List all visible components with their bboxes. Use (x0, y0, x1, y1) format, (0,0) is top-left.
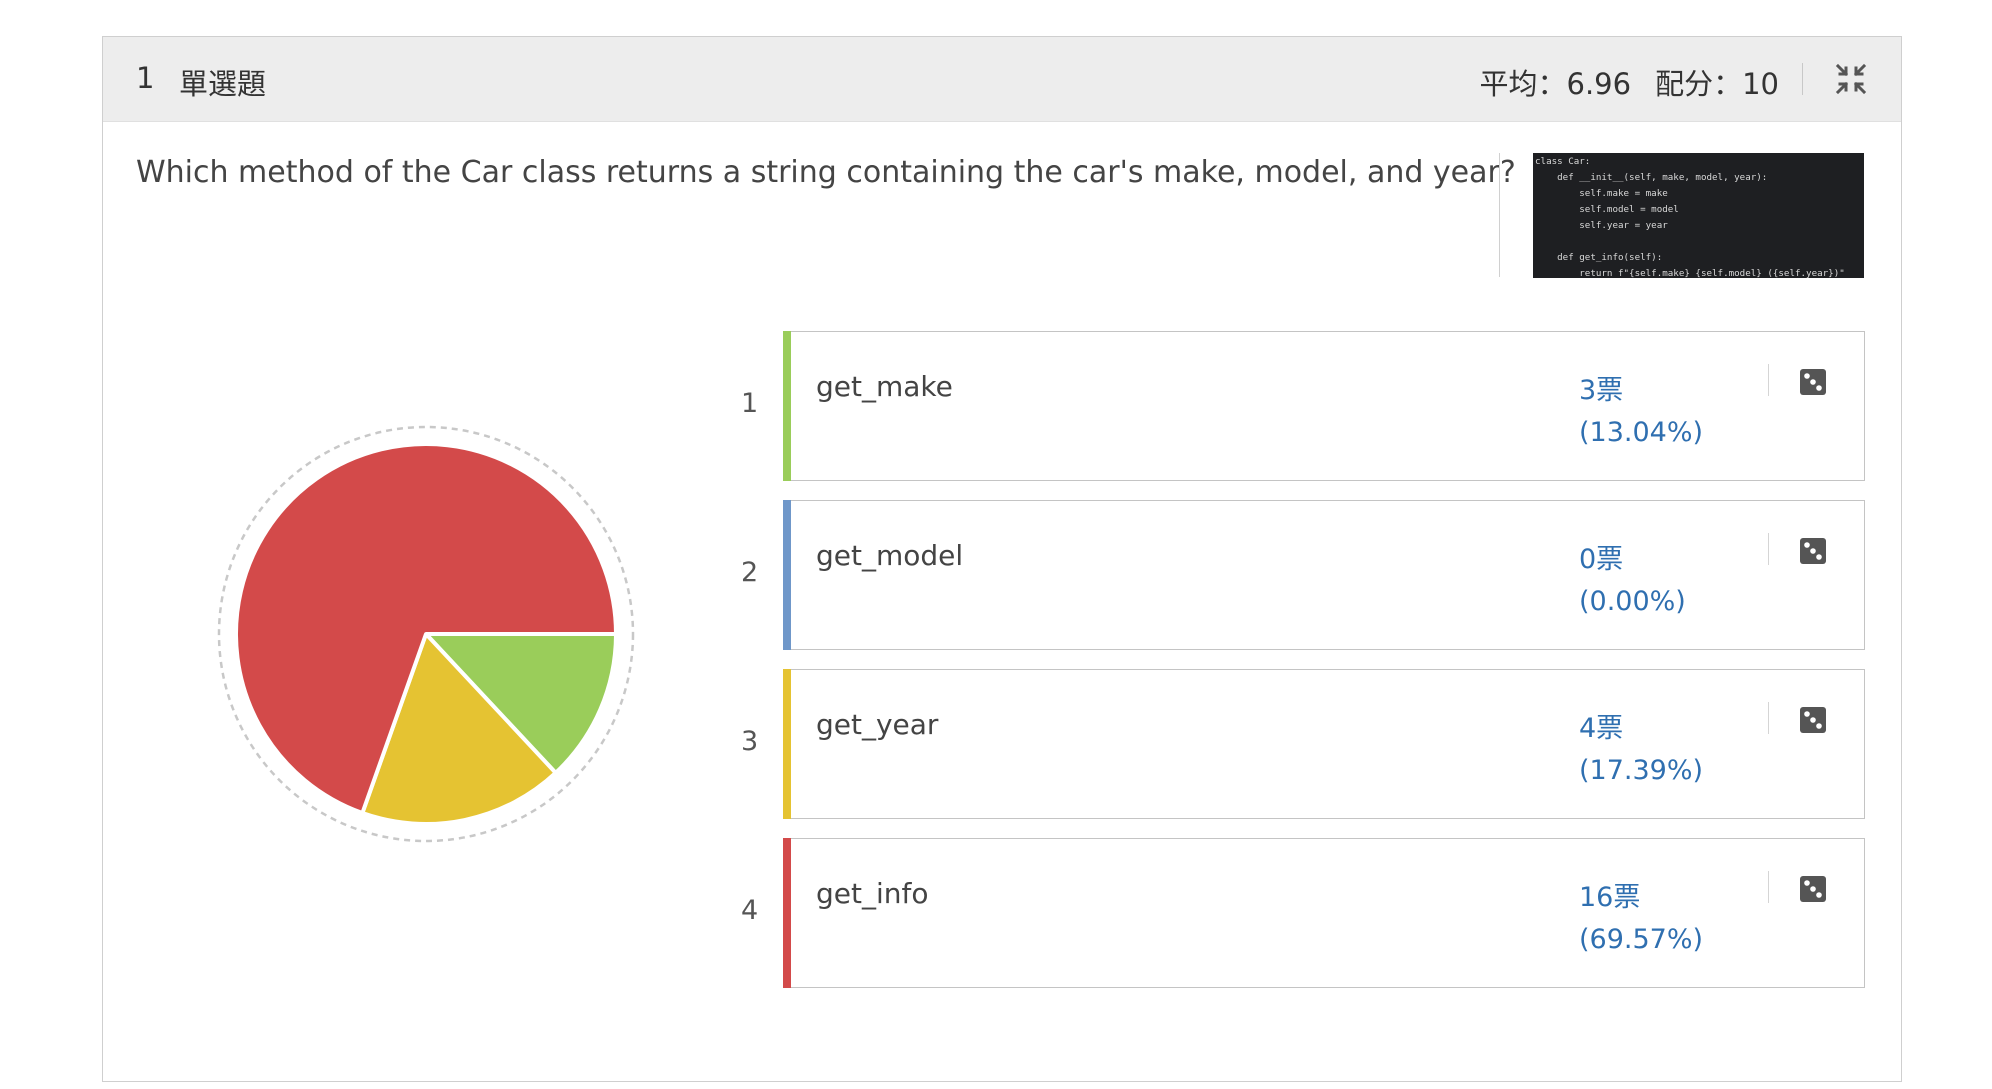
dice-icon (1800, 876, 1826, 902)
question-divider (1499, 153, 1500, 277)
option-percent: (69.57%) (1579, 924, 1704, 955)
code-line: class Car: (1535, 156, 1591, 167)
option-row: 1 get_make 3票 (13.04%) (741, 331, 1865, 481)
option-detail-button[interactable] (1798, 705, 1828, 735)
option-row: 2 get_model 0票 (0.00%) (741, 500, 1865, 650)
option-label: get_make (816, 370, 953, 403)
code-line: self.make = make (1535, 188, 1668, 199)
option-index: 4 (741, 895, 759, 926)
option-vote-stats: 3票 (13.04%) (1579, 370, 1703, 454)
option-color-bar (783, 669, 791, 819)
option-row: 4 get_info 16票 (69.57%) (741, 838, 1865, 988)
option-index: 2 (741, 557, 759, 588)
option-percent: (0.00%) (1579, 586, 1686, 617)
header-divider (1802, 63, 1803, 95)
question-card: 1 單選題 平均：6.96 配分：10 Which method of the C… (102, 36, 1902, 1082)
score-allocation: 配分：10 (1655, 67, 1779, 101)
option-vote-stats: 4票 (17.39%) (1579, 708, 1703, 792)
dice-icon (1800, 707, 1826, 733)
average-score: 平均：6.96 (1479, 67, 1632, 101)
collapse-button[interactable] (1835, 63, 1867, 95)
dice-icon (1800, 369, 1826, 395)
votes-pie-chart (217, 425, 635, 843)
option-detail-button[interactable] (1798, 874, 1828, 904)
option-votes: 4票 (1579, 713, 1624, 744)
option-votes: 0票 (1579, 544, 1624, 575)
option-votes: 16票 (1579, 882, 1641, 913)
option-detail-button[interactable] (1798, 536, 1828, 566)
option-label: get_model (816, 539, 964, 572)
question-stats: 平均：6.96 配分：10 (1480, 61, 1779, 103)
option-index: 3 (741, 726, 759, 757)
option-index: 1 (741, 388, 759, 419)
question-number: 1 (136, 61, 155, 95)
option-vote-stats: 16票 (69.57%) (1579, 877, 1703, 961)
option-detail-button[interactable] (1798, 367, 1828, 397)
dice-icon (1800, 538, 1826, 564)
option-label: get_info (816, 877, 929, 910)
option-color-bar (783, 331, 791, 481)
option-color-bar (783, 500, 791, 650)
code-line: self.year = year (1535, 220, 1668, 231)
option-divider (1768, 364, 1769, 396)
code-line: def get_info(self): (1535, 252, 1663, 263)
option-divider (1768, 871, 1769, 903)
compress-arrows-icon (1835, 63, 1867, 95)
option-color-bar (783, 838, 791, 988)
code-image-thumbnail[interactable]: class Car: def __init__(self, make, mode… (1533, 153, 1864, 278)
question-header: 1 單選題 平均：6.96 配分：10 (103, 37, 1901, 122)
option-percent: (17.39%) (1579, 755, 1704, 786)
code-snippet: class Car: def __init__(self, make, mode… (1533, 153, 1864, 278)
question-text: Which method of the Car class returns a … (136, 155, 1516, 190)
code-line: def __init__(self, make, model, year): (1535, 172, 1768, 183)
option-divider (1768, 702, 1769, 734)
option-divider (1768, 533, 1769, 565)
question-type: 單選題 (179, 67, 267, 101)
option-percent: (13.04%) (1579, 417, 1704, 448)
code-line: self.model = model (1535, 204, 1679, 215)
option-row: 3 get_year 4票 (17.39%) (741, 669, 1865, 819)
option-votes: 3票 (1579, 375, 1624, 406)
option-vote-stats: 0票 (0.00%) (1579, 539, 1686, 623)
option-label: get_year (816, 708, 939, 741)
code-line: return f"{self.make} {self.model} ({self… (1535, 268, 1845, 278)
